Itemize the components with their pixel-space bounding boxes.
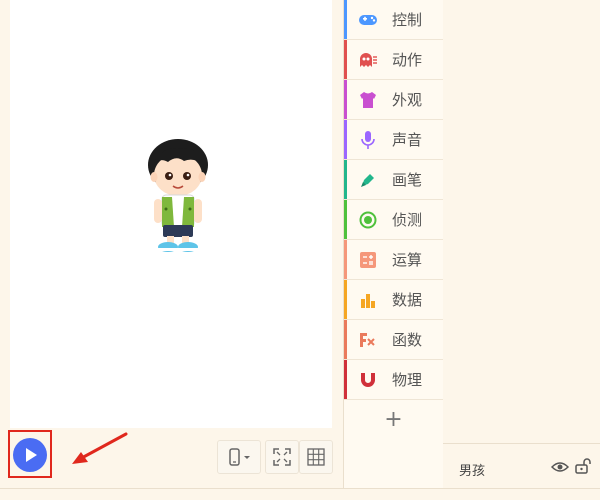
ghost-icon bbox=[358, 50, 378, 70]
stage-toolbar bbox=[217, 440, 333, 474]
category-label: 函数 bbox=[392, 331, 423, 349]
category-control[interactable]: 控制 bbox=[344, 0, 443, 40]
category-label: 运算 bbox=[392, 251, 423, 269]
category-label: 画笔 bbox=[392, 171, 423, 189]
sprite-info-bar: 男孩 bbox=[443, 443, 600, 488]
category-label: 外观 bbox=[392, 91, 423, 109]
function-icon bbox=[358, 330, 378, 350]
category-label: 控制 bbox=[392, 11, 423, 29]
category-sound[interactable]: 声音 bbox=[344, 120, 443, 160]
fullscreen-icon bbox=[273, 448, 291, 466]
shirt-icon bbox=[358, 90, 378, 110]
category-physics[interactable]: 物理 bbox=[344, 360, 443, 400]
category-pen[interactable]: 画笔 bbox=[344, 160, 443, 200]
grid-button[interactable] bbox=[299, 440, 333, 474]
category-label: 数据 bbox=[392, 291, 423, 309]
category-motion[interactable]: 动作 bbox=[344, 40, 443, 80]
boy-sprite[interactable] bbox=[140, 135, 216, 253]
play-icon bbox=[26, 448, 37, 462]
device-select-button[interactable] bbox=[217, 440, 261, 474]
add-category-button[interactable]: + bbox=[344, 400, 443, 438]
bar-chart-icon bbox=[358, 290, 378, 310]
bottom-divider bbox=[0, 488, 600, 489]
red-arrow-annotation bbox=[72, 432, 128, 464]
pen-icon bbox=[358, 170, 378, 190]
category-data[interactable]: 数据 bbox=[344, 280, 443, 320]
magnet-icon bbox=[358, 370, 378, 390]
lock-open-icon[interactable] bbox=[574, 458, 592, 474]
play-button[interactable] bbox=[13, 438, 47, 472]
category-operators[interactable]: 运算 bbox=[344, 240, 443, 280]
category-label: 物理 bbox=[392, 371, 423, 389]
fullscreen-button[interactable] bbox=[265, 440, 299, 474]
sprite-name: 男孩 bbox=[459, 464, 486, 479]
category-label: 动作 bbox=[392, 51, 423, 69]
eye-icon[interactable] bbox=[551, 460, 569, 474]
category-label: 侦测 bbox=[392, 211, 423, 229]
gamepad-icon bbox=[358, 10, 378, 30]
category-sensing[interactable]: 侦测 bbox=[344, 200, 443, 240]
phone-icon bbox=[229, 448, 250, 466]
target-icon bbox=[358, 210, 378, 230]
microphone-icon bbox=[358, 130, 378, 150]
grid-icon bbox=[307, 448, 325, 466]
right-panel: 男孩 bbox=[443, 0, 600, 500]
category-label: 声音 bbox=[392, 131, 423, 149]
category-looks[interactable]: 外观 bbox=[344, 80, 443, 120]
calculator-icon bbox=[358, 250, 378, 270]
category-functions[interactable]: 函数 bbox=[344, 320, 443, 360]
block-category-list: 控制 动作 外观 声音 画笔 侦测 运算 数据 函数 物理 + bbox=[343, 0, 444, 488]
stage[interactable] bbox=[10, 0, 332, 428]
